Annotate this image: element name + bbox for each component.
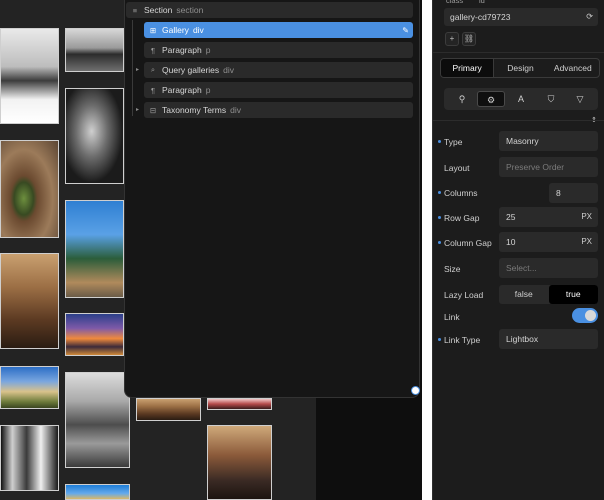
gallery-icon: ⊞ — [149, 25, 157, 35]
gallery-image[interactable] — [207, 398, 272, 410]
paragraph-icon: ¶ — [150, 85, 156, 95]
class-label: class — [446, 0, 464, 5]
row-gap-label: Row Gap — [444, 213, 480, 223]
link-type-value: Lightbox — [506, 334, 539, 344]
link-label: Link — [444, 312, 460, 322]
columns-label: Columns — [444, 188, 478, 198]
lazy-load-false[interactable]: false — [499, 285, 549, 304]
size-placeholder: Select... — [506, 263, 537, 273]
panel-divider — [422, 0, 432, 500]
nav-item-label: Paragraph — [162, 45, 202, 55]
link-type-select[interactable]: Lightbox — [499, 329, 598, 349]
size-select[interactable]: Select... — [499, 258, 598, 278]
gallery-image[interactable] — [65, 372, 130, 468]
class-input[interactable]: gallery-cd79723 ⟳ — [444, 8, 598, 26]
sync-icon[interactable]: ⟳ — [586, 8, 593, 26]
gallery-image[interactable] — [0, 140, 59, 238]
nav-item-section[interactable]: ≡ Section section — [126, 2, 413, 18]
unlink-button[interactable]: ⛓ — [462, 32, 476, 46]
class-value: gallery-cd79723 — [450, 12, 511, 22]
tab-primary[interactable]: Primary — [441, 59, 495, 77]
modified-indicator — [438, 338, 441, 341]
add-class-button[interactable]: + — [445, 32, 459, 46]
resize-handle[interactable] — [411, 386, 420, 395]
gallery-image[interactable] — [0, 425, 59, 491]
column-gap-input[interactable]: 10 PX — [499, 232, 598, 252]
nav-item-paragraph-2[interactable]: ¶ Paragraph p — [144, 82, 413, 98]
expand-caret-icon[interactable]: ▸ — [136, 106, 139, 113]
row-gap-unit[interactable]: PX — [581, 207, 592, 227]
row-gap-value: 25 — [506, 212, 516, 222]
modified-indicator — [438, 216, 441, 219]
nav-item-tag: section — [176, 5, 204, 15]
tab-design[interactable]: Design — [494, 59, 546, 77]
modified-indicator — [438, 191, 441, 194]
link-toggle[interactable] — [572, 308, 598, 323]
gear-icon[interactable]: ⚙ — [477, 91, 505, 107]
gallery-image[interactable] — [65, 88, 124, 184]
panel-tabs: Primary Design Advanced — [440, 58, 600, 78]
nav-item-label: Paragraph — [162, 85, 202, 95]
structure-navigator — [124, 0, 420, 398]
type-label: Type — [444, 137, 463, 147]
nav-item-label: Gallery — [162, 25, 189, 35]
shirt-icon[interactable]: ⛉ — [537, 91, 565, 107]
nav-item-label: Section — [144, 5, 173, 15]
type-select[interactable]: Masonry — [499, 131, 598, 151]
layout-label: Layout — [444, 163, 470, 173]
gallery-image[interactable] — [207, 425, 272, 500]
nav-item-tag: p — [205, 85, 211, 95]
layout-placeholder: Preserve Order — [506, 162, 565, 172]
gallery-image[interactable] — [0, 366, 59, 409]
interaction-icon[interactable]: ⚲ — [448, 91, 476, 107]
type-value: Masonry — [506, 136, 539, 146]
layout-select[interactable]: Preserve Order — [499, 157, 598, 177]
lazy-load-toggle: false true — [499, 285, 598, 304]
nav-item-label: Taxonomy Terms — [162, 105, 227, 115]
toggle-knob — [585, 310, 596, 321]
pencil-icon[interactable]: ✎ — [402, 26, 409, 35]
nav-item-taxonomy-terms[interactable]: ⊟ Taxonomy Terms div — [144, 102, 413, 118]
taxonomy-icon: ⊟ — [149, 105, 157, 115]
modified-indicator — [438, 140, 441, 143]
column-gap-value: 10 — [506, 237, 516, 247]
gallery-image[interactable] — [0, 253, 59, 349]
size-label: Size — [444, 264, 461, 274]
lazy-load-label: Lazy Load — [444, 290, 484, 300]
filter-icon[interactable]: ▽ — [566, 91, 594, 107]
expand-caret-icon[interactable]: ▸ — [136, 66, 139, 73]
nav-item-gallery[interactable]: ⊞ Gallery div ✎ — [144, 22, 413, 38]
columns-input[interactable]: 8 — [549, 183, 598, 203]
section-icon: ≡ — [132, 5, 138, 15]
lazy-load-true[interactable]: true — [548, 285, 598, 304]
link-type-label: Link Type — [444, 335, 481, 345]
typography-icon[interactable]: A — [507, 91, 535, 107]
nav-item-tag: div — [223, 65, 235, 75]
gallery-image[interactable] — [0, 28, 59, 124]
tree-guide-line — [132, 20, 133, 116]
paragraph-icon: ¶ — [150, 45, 156, 55]
column-gap-label: Column Gap — [444, 238, 492, 248]
query-icon: ⌕ — [150, 65, 156, 74]
gallery-image[interactable] — [65, 313, 124, 356]
nav-item-tag: div — [192, 25, 204, 35]
gallery-image[interactable] — [65, 28, 124, 72]
nav-item-tag: div — [230, 105, 241, 115]
tab-advanced[interactable]: Advanced — [547, 59, 599, 77]
column-gap-unit[interactable]: PX — [581, 232, 592, 252]
nav-item-label: Query galleries — [162, 65, 220, 75]
nav-item-query-galleries[interactable]: ⌕ Query galleries div — [144, 62, 413, 78]
gallery-image[interactable] — [65, 200, 124, 298]
divider-line — [433, 52, 604, 53]
id-label: id — [479, 0, 485, 5]
row-gap-input[interactable]: 25 PX — [499, 207, 598, 227]
gallery-image[interactable] — [136, 398, 201, 421]
divider-line — [433, 120, 604, 121]
nav-item-paragraph[interactable]: ¶ Paragraph p — [144, 42, 413, 58]
settings-iconbar: ⚲ ⚙ A ⛉ ▽ — [444, 88, 598, 110]
columns-value: 8 — [556, 188, 561, 198]
modified-indicator — [438, 241, 441, 244]
gallery-image[interactable] — [65, 484, 130, 500]
nav-item-tag: p — [205, 45, 211, 55]
